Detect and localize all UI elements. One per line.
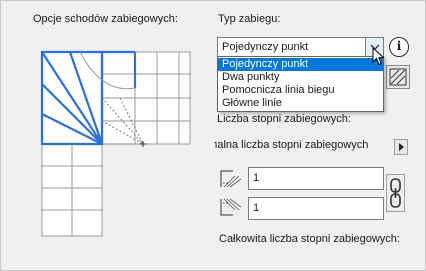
winder-options-title: Opcje schodów zabiegowych: [33,13,178,25]
triangle-right-icon [399,143,404,151]
start-winder-steps-field[interactable]: 1 [248,167,384,190]
option-auxiliary-walkline[interactable]: Pomocnicza linia biegu [218,84,383,97]
option-single-point[interactable]: Pojedynczy punkt [218,58,383,71]
winder-type-select[interactable]: Pojedynczy punkt [217,37,384,57]
winder-start-icon [220,170,242,188]
end-winder-steps-field[interactable]: 1 [248,197,384,220]
winder-count-mode-button[interactable] [394,139,408,155]
winder-end-icon [220,198,242,216]
option-main-lines[interactable]: Główne linie [218,97,383,110]
winder-tool-button[interactable] [386,65,410,89]
winder-type-label: Typ zabiegu: [218,13,281,25]
option-two-points[interactable]: Dwa punkty [218,71,383,84]
winder-type-value: Pojedynczy punkt [222,41,309,53]
winder-count-label: Liczba stopni zabiegowych: [217,113,351,125]
winder-count-mode-text: Minimalna liczba stopni zabiegowych [214,139,369,151]
chain-link-icon [390,178,401,208]
winder-count-mode[interactable]: Minimalna liczba stopni zabiegowych [214,139,390,155]
upper-run-steps [101,51,191,145]
info-button[interactable]: i [389,37,409,57]
winder-type-options-list: Pojedynczy punkt Dwa punkty Pomocnicza l… [217,56,384,112]
total-winder-steps-label: Całkowita liczba stopni zabiegowych: [219,233,400,245]
mouse-pointer-icon [372,47,385,66]
lower-run-steps [41,143,103,237]
info-icon: i [396,39,402,53]
winder-tool-icon [389,68,407,86]
winder-stair-diagram [40,50,191,237]
link-values-button[interactable] [386,174,405,212]
